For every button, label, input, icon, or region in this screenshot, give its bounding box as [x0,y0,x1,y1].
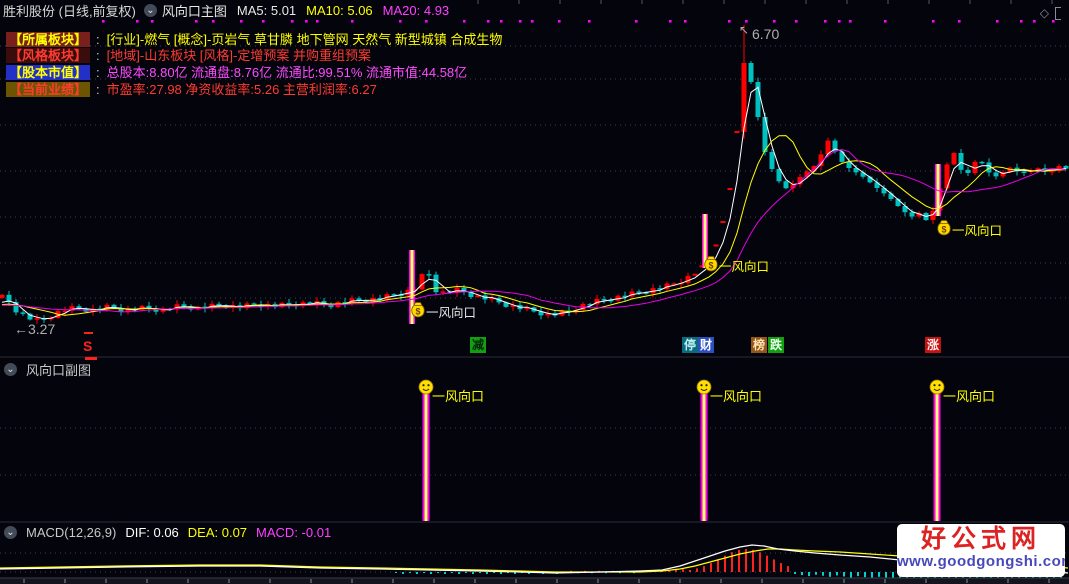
diamond-icon[interactable]: ◇ [1040,6,1049,20]
info-row-separator: : [96,82,100,97]
info-row: 【风格板块】: [地域]-山东板块 [风格]-定增预案 并购重组预案 [6,48,371,63]
sell-marker: S [83,338,93,354]
high-price-arrow: ↖ [739,23,750,37]
signal-label: 一风向口 [426,306,477,320]
event-badge[interactable]: 财 [698,337,714,353]
sub-signal-label: 一风向口 [943,389,996,404]
info-row: 【当前业绩】: 市盈率:27.98 净资收益率:5.26 主营利润率:6.27 [6,82,377,97]
window-corner-controls: ◇ [1040,6,1061,20]
sub-panel-header: ⌄ 风向口副图 [4,360,100,379]
info-row-separator: : [96,65,100,80]
event-badge[interactable]: 涨 [925,337,941,353]
macd-indicator-name[interactable]: MACD(12,26,9) [26,525,116,540]
dif-value: DIF: 0.06 [125,525,179,540]
stock-title[interactable]: 胜利股份 (日线,前复权) [3,1,136,20]
macd-value: MACD: -0.01 [256,525,332,540]
info-row-text: [地域]-山东板块 [风格]-定增预案 并购重组预案 [106,48,371,63]
info-row-text: 市盈率:27.98 净资收益率:5.26 主营利润率:6.27 [106,82,377,97]
info-row: 【股本市值】: 总股本:8.80亿 流通盘:8.76亿 流通比:99.51% 流通… [6,65,467,80]
high-price-annotation: 6.70 [752,26,780,42]
sub-signal-label: 一风向口 [710,389,763,404]
event-badge[interactable]: 跌 [768,337,784,353]
event-badge[interactable]: 停 [682,337,698,353]
info-row: 【所属板块】: [行业]-燃气 [概念]-页岩气 草甘膦 地下管网 天然气 新型城… [6,32,502,47]
signal-label: 一风向口 [952,224,1003,238]
signal-label: 一风向口 [719,260,770,274]
low-price-annotation: ←3.27 [14,321,56,337]
event-badge[interactable]: 榜 [751,337,767,353]
info-row-separator: : [96,32,100,47]
watermark-url[interactable]: www.goodgongshi.com [897,553,1065,571]
info-row-text: [行业]-燃气 [概念]-页岩气 草甘膦 地下管网 天然气 新型城镇 合成生物 [106,32,503,47]
info-row-label: 【风格板块】 [6,48,91,63]
info-row-label: 【当前业绩】 [6,82,91,97]
info-row-separator: : [96,48,100,63]
watermark-site-name: 好公式网 [920,525,1041,553]
sub-indicator-name[interactable]: 风向口副图 [26,360,91,379]
sub-signal-label: 一风向口 [432,389,485,404]
ma5-value: MA5: 5.01 [236,2,297,18]
macd-panel-header: ⌄ MACD(12,26,9) DIF: 0.06 DEA: 0.07 MACD… [4,525,340,540]
ma10-value: MA10: 5.06 [306,2,373,18]
ma20-value: MA20: 4.93 [382,2,450,18]
chevron-down-icon[interactable]: ⌄ [143,3,157,17]
info-row-text: 总股本:8.80亿 流通盘:8.76亿 流通比:99.51% 流通市值:44.5… [106,65,468,80]
maximize-icon[interactable] [1055,6,1061,20]
title-bar: 胜利股份 (日线,前复权) ⌄ 风向口主图 MA5: 5.01 MA10: 5.… [3,1,450,20]
main-indicator-name[interactable]: 风向口主图 [162,1,227,20]
chevron-down-icon[interactable]: ⌄ [4,363,17,376]
watermark: 好公式网 www.goodgongshi.com [897,524,1065,577]
info-row-label: 【股本市值】 [6,65,91,80]
chevron-down-icon[interactable]: ⌄ [4,526,17,539]
dea-value: DEA: 0.07 [187,525,248,540]
event-badge[interactable]: 减 [470,337,486,353]
info-row-label: 【所属板块】 [6,32,91,47]
signal-dash [84,332,93,334]
trading-app-window: $ $ $ 胜利股份 (日线,前复权) ⌄ 风向口主图 MA5: 5.01 MA10… [0,0,1069,584]
